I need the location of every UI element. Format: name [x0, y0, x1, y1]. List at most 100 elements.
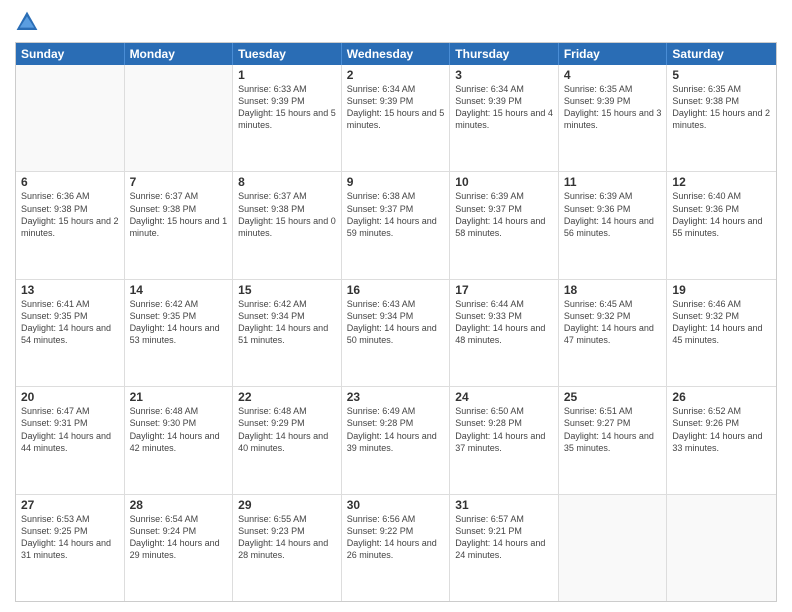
- day-number: 19: [672, 283, 771, 297]
- calendar-day-8: 8Sunrise: 6:37 AMSunset: 9:38 PMDaylight…: [233, 172, 342, 278]
- calendar-empty-cell: [16, 65, 125, 171]
- calendar-day-27: 27Sunrise: 6:53 AMSunset: 9:25 PMDayligh…: [16, 495, 125, 601]
- calendar-day-26: 26Sunrise: 6:52 AMSunset: 9:26 PMDayligh…: [667, 387, 776, 493]
- calendar-week-5: 27Sunrise: 6:53 AMSunset: 9:25 PMDayligh…: [16, 494, 776, 601]
- calendar-day-9: 9Sunrise: 6:38 AMSunset: 9:37 PMDaylight…: [342, 172, 451, 278]
- day-number: 6: [21, 175, 119, 189]
- calendar-week-2: 6Sunrise: 6:36 AMSunset: 9:38 PMDaylight…: [16, 171, 776, 278]
- header: [15, 10, 777, 34]
- day-info: Sunrise: 6:43 AMSunset: 9:34 PMDaylight:…: [347, 298, 445, 347]
- weekday-header-wednesday: Wednesday: [342, 43, 451, 65]
- day-number: 16: [347, 283, 445, 297]
- calendar-day-2: 2Sunrise: 6:34 AMSunset: 9:39 PMDaylight…: [342, 65, 451, 171]
- day-info: Sunrise: 6:55 AMSunset: 9:23 PMDaylight:…: [238, 513, 336, 562]
- weekday-header-thursday: Thursday: [450, 43, 559, 65]
- day-info: Sunrise: 6:51 AMSunset: 9:27 PMDaylight:…: [564, 405, 662, 454]
- calendar-day-25: 25Sunrise: 6:51 AMSunset: 9:27 PMDayligh…: [559, 387, 668, 493]
- day-number: 1: [238, 68, 336, 82]
- day-number: 14: [130, 283, 228, 297]
- calendar-week-1: 1Sunrise: 6:33 AMSunset: 9:39 PMDaylight…: [16, 65, 776, 171]
- day-number: 10: [455, 175, 553, 189]
- calendar-day-17: 17Sunrise: 6:44 AMSunset: 9:33 PMDayligh…: [450, 280, 559, 386]
- day-number: 25: [564, 390, 662, 404]
- day-info: Sunrise: 6:34 AMSunset: 9:39 PMDaylight:…: [347, 83, 445, 132]
- calendar-empty-cell: [125, 65, 234, 171]
- day-number: 13: [21, 283, 119, 297]
- day-info: Sunrise: 6:56 AMSunset: 9:22 PMDaylight:…: [347, 513, 445, 562]
- calendar-day-3: 3Sunrise: 6:34 AMSunset: 9:39 PMDaylight…: [450, 65, 559, 171]
- day-number: 9: [347, 175, 445, 189]
- day-number: 17: [455, 283, 553, 297]
- calendar-day-30: 30Sunrise: 6:56 AMSunset: 9:22 PMDayligh…: [342, 495, 451, 601]
- calendar-day-4: 4Sunrise: 6:35 AMSunset: 9:39 PMDaylight…: [559, 65, 668, 171]
- calendar-day-20: 20Sunrise: 6:47 AMSunset: 9:31 PMDayligh…: [16, 387, 125, 493]
- calendar-day-16: 16Sunrise: 6:43 AMSunset: 9:34 PMDayligh…: [342, 280, 451, 386]
- calendar-body: 1Sunrise: 6:33 AMSunset: 9:39 PMDaylight…: [16, 65, 776, 601]
- day-info: Sunrise: 6:39 AMSunset: 9:36 PMDaylight:…: [564, 190, 662, 239]
- weekday-header-saturday: Saturday: [667, 43, 776, 65]
- calendar-day-21: 21Sunrise: 6:48 AMSunset: 9:30 PMDayligh…: [125, 387, 234, 493]
- day-info: Sunrise: 6:53 AMSunset: 9:25 PMDaylight:…: [21, 513, 119, 562]
- day-info: Sunrise: 6:44 AMSunset: 9:33 PMDaylight:…: [455, 298, 553, 347]
- day-info: Sunrise: 6:37 AMSunset: 9:38 PMDaylight:…: [130, 190, 228, 239]
- calendar-day-6: 6Sunrise: 6:36 AMSunset: 9:38 PMDaylight…: [16, 172, 125, 278]
- calendar-day-7: 7Sunrise: 6:37 AMSunset: 9:38 PMDaylight…: [125, 172, 234, 278]
- day-number: 21: [130, 390, 228, 404]
- day-number: 23: [347, 390, 445, 404]
- day-info: Sunrise: 6:48 AMSunset: 9:30 PMDaylight:…: [130, 405, 228, 454]
- day-info: Sunrise: 6:42 AMSunset: 9:34 PMDaylight:…: [238, 298, 336, 347]
- day-info: Sunrise: 6:35 AMSunset: 9:39 PMDaylight:…: [564, 83, 662, 132]
- day-number: 2: [347, 68, 445, 82]
- day-info: Sunrise: 6:39 AMSunset: 9:37 PMDaylight:…: [455, 190, 553, 239]
- day-number: 3: [455, 68, 553, 82]
- day-info: Sunrise: 6:54 AMSunset: 9:24 PMDaylight:…: [130, 513, 228, 562]
- day-info: Sunrise: 6:46 AMSunset: 9:32 PMDaylight:…: [672, 298, 771, 347]
- day-info: Sunrise: 6:52 AMSunset: 9:26 PMDaylight:…: [672, 405, 771, 454]
- day-info: Sunrise: 6:49 AMSunset: 9:28 PMDaylight:…: [347, 405, 445, 454]
- day-number: 7: [130, 175, 228, 189]
- day-number: 18: [564, 283, 662, 297]
- calendar-day-15: 15Sunrise: 6:42 AMSunset: 9:34 PMDayligh…: [233, 280, 342, 386]
- day-info: Sunrise: 6:45 AMSunset: 9:32 PMDaylight:…: [564, 298, 662, 347]
- day-number: 27: [21, 498, 119, 512]
- calendar-day-24: 24Sunrise: 6:50 AMSunset: 9:28 PMDayligh…: [450, 387, 559, 493]
- calendar-day-5: 5Sunrise: 6:35 AMSunset: 9:38 PMDaylight…: [667, 65, 776, 171]
- calendar-empty-cell: [667, 495, 776, 601]
- day-number: 20: [21, 390, 119, 404]
- day-number: 30: [347, 498, 445, 512]
- day-number: 12: [672, 175, 771, 189]
- day-info: Sunrise: 6:35 AMSunset: 9:38 PMDaylight:…: [672, 83, 771, 132]
- day-number: 15: [238, 283, 336, 297]
- calendar: SundayMondayTuesdayWednesdayThursdayFrid…: [15, 42, 777, 602]
- day-info: Sunrise: 6:40 AMSunset: 9:36 PMDaylight:…: [672, 190, 771, 239]
- calendar-day-13: 13Sunrise: 6:41 AMSunset: 9:35 PMDayligh…: [16, 280, 125, 386]
- day-number: 8: [238, 175, 336, 189]
- weekday-header-monday: Monday: [125, 43, 234, 65]
- calendar-day-11: 11Sunrise: 6:39 AMSunset: 9:36 PMDayligh…: [559, 172, 668, 278]
- calendar-day-29: 29Sunrise: 6:55 AMSunset: 9:23 PMDayligh…: [233, 495, 342, 601]
- day-info: Sunrise: 6:41 AMSunset: 9:35 PMDaylight:…: [21, 298, 119, 347]
- day-number: 5: [672, 68, 771, 82]
- weekday-header-sunday: Sunday: [16, 43, 125, 65]
- day-number: 24: [455, 390, 553, 404]
- day-info: Sunrise: 6:42 AMSunset: 9:35 PMDaylight:…: [130, 298, 228, 347]
- day-info: Sunrise: 6:37 AMSunset: 9:38 PMDaylight:…: [238, 190, 336, 239]
- calendar-day-31: 31Sunrise: 6:57 AMSunset: 9:21 PMDayligh…: [450, 495, 559, 601]
- calendar-empty-cell: [559, 495, 668, 601]
- weekday-header-friday: Friday: [559, 43, 668, 65]
- day-info: Sunrise: 6:47 AMSunset: 9:31 PMDaylight:…: [21, 405, 119, 454]
- day-number: 4: [564, 68, 662, 82]
- day-info: Sunrise: 6:34 AMSunset: 9:39 PMDaylight:…: [455, 83, 553, 132]
- calendar-day-28: 28Sunrise: 6:54 AMSunset: 9:24 PMDayligh…: [125, 495, 234, 601]
- calendar-day-1: 1Sunrise: 6:33 AMSunset: 9:39 PMDaylight…: [233, 65, 342, 171]
- day-info: Sunrise: 6:33 AMSunset: 9:39 PMDaylight:…: [238, 83, 336, 132]
- calendar-day-10: 10Sunrise: 6:39 AMSunset: 9:37 PMDayligh…: [450, 172, 559, 278]
- calendar-day-22: 22Sunrise: 6:48 AMSunset: 9:29 PMDayligh…: [233, 387, 342, 493]
- day-number: 22: [238, 390, 336, 404]
- weekday-header-tuesday: Tuesday: [233, 43, 342, 65]
- calendar-day-18: 18Sunrise: 6:45 AMSunset: 9:32 PMDayligh…: [559, 280, 668, 386]
- calendar-day-19: 19Sunrise: 6:46 AMSunset: 9:32 PMDayligh…: [667, 280, 776, 386]
- day-info: Sunrise: 6:50 AMSunset: 9:28 PMDaylight:…: [455, 405, 553, 454]
- day-number: 11: [564, 175, 662, 189]
- logo: [15, 10, 43, 34]
